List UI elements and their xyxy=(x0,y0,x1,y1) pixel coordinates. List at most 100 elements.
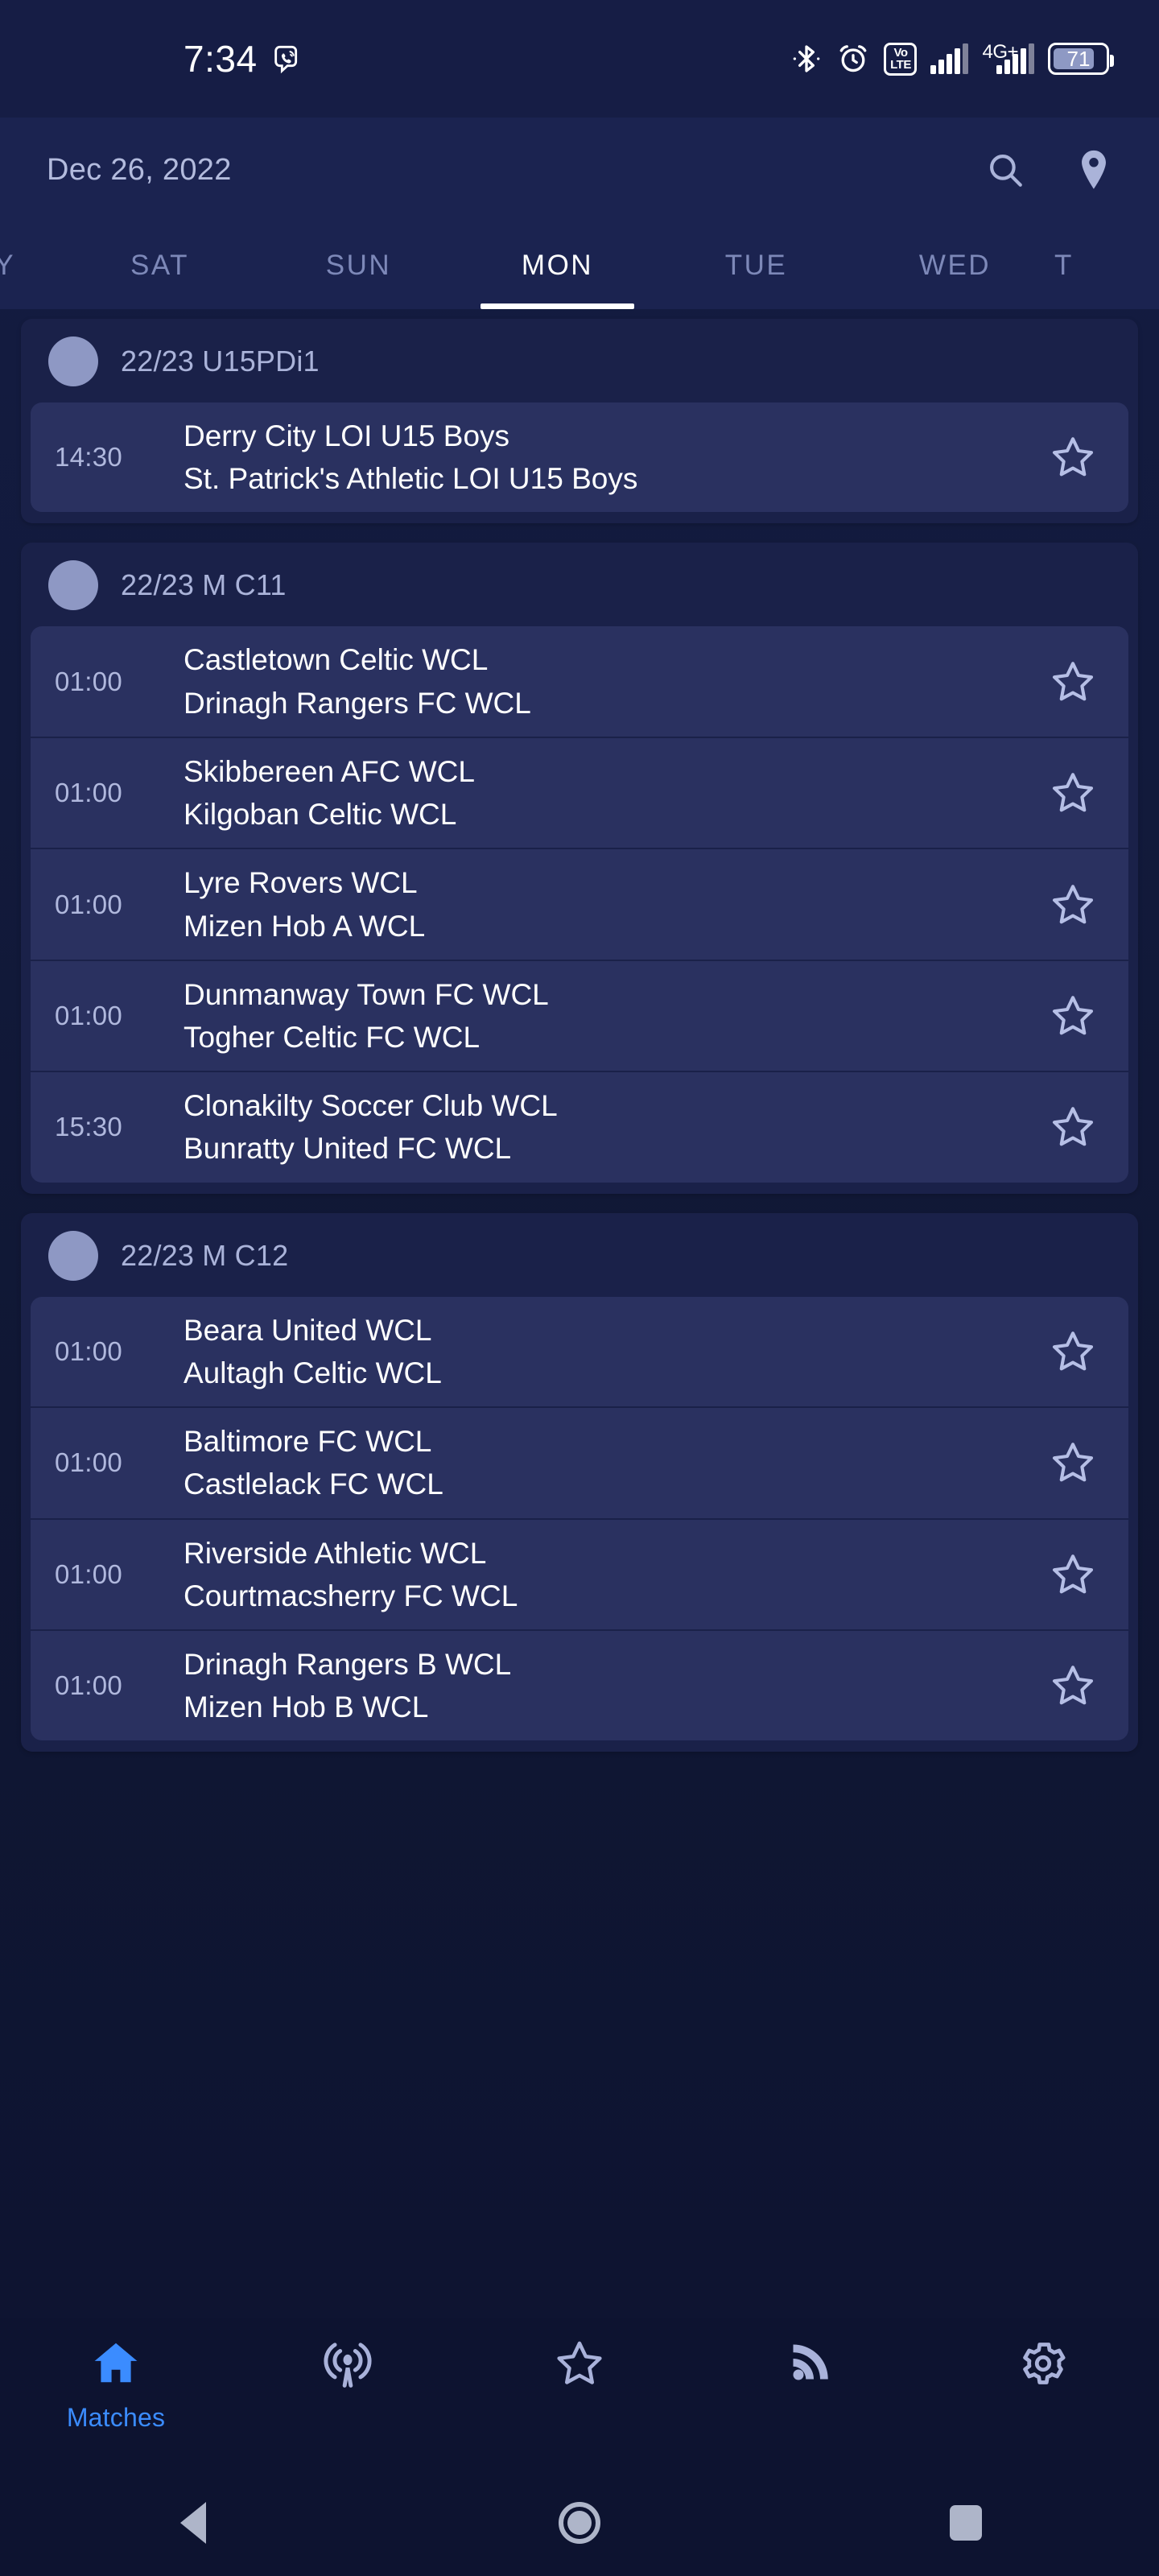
league-matches: 01:00 Castletown Celtic WCL Drinagh Rang… xyxy=(21,626,1138,1193)
sidebar-item-day-2[interactable]: SUN xyxy=(259,222,458,309)
table-row[interactable]: 01:00 Lyre Rovers WCL Mizen Hob A WCL xyxy=(31,848,1128,960)
table-row[interactable]: 01:00 Baltimore FC WCL Castlelack FC WCL xyxy=(31,1406,1128,1518)
league-header[interactable]: 22/23 U15PDi1 xyxy=(21,319,1138,402)
league-name: 22/23 U15PDi1 xyxy=(121,345,320,378)
status-bar-right: Vo LTE 4G+ 71 xyxy=(790,41,1114,76)
match-time: 01:00 xyxy=(55,666,123,696)
match-list-container[interactable]: 22/23 U15PDi1 14:30 Derry City LOI U15 B… xyxy=(0,309,1159,2318)
battery-percent-label: 71 xyxy=(1066,46,1091,71)
home-team: Clonakilty Soccer Club WCL xyxy=(184,1089,558,1123)
away-team: Courtmacsherry FC WCL xyxy=(184,1579,518,1612)
table-row[interactable]: 01:00 Riverside Athletic WCL Courtmacshe… xyxy=(31,1517,1128,1629)
tab-live[interactable] xyxy=(232,2338,464,2406)
table-row[interactable]: 14:30 Derry City LOI U15 Boys St. Patric… xyxy=(31,402,1128,513)
day-tab-label: MON xyxy=(521,250,594,281)
status-bar-left: 7:34 xyxy=(0,37,303,80)
home-team: Lyre Rovers WCL xyxy=(184,866,418,900)
star-icon[interactable] xyxy=(1038,434,1107,481)
app-screen: 7:34 Vo LTE 4G+ 71 Dec 26, 2022 Y SAT SU… xyxy=(0,0,1159,2576)
header-date[interactable]: Dec 26, 2022 xyxy=(47,153,232,188)
home-team: Drinagh Rangers B WCL xyxy=(184,1647,512,1681)
match-teams: Baltimore FC WCL Castlelack FC WCL xyxy=(161,1426,1038,1501)
match-time: 01:00 xyxy=(55,1335,123,1366)
match-time: 01:00 xyxy=(55,1558,123,1589)
star-icon[interactable] xyxy=(1038,770,1107,816)
league-name: 22/23 M C11 xyxy=(121,568,287,602)
away-team: Mizen Hob B WCL xyxy=(184,1690,429,1724)
away-team: Castlelack FC WCL xyxy=(184,1468,443,1501)
rss-feed-icon xyxy=(787,2338,835,2390)
recents-square-icon[interactable] xyxy=(773,2505,1159,2541)
day-tab-label: WED xyxy=(918,250,992,281)
league-card: 22/23 M C11 01:00 Castletown Celtic WCL … xyxy=(21,543,1138,1194)
league-logo-icon xyxy=(48,560,98,611)
table-row[interactable]: 15:30 Clonakilty Soccer Club WCL Bunratt… xyxy=(31,1071,1128,1183)
away-team: Mizen Hob A WCL xyxy=(184,909,426,943)
alarm-clock-icon xyxy=(836,42,870,76)
star-icon[interactable] xyxy=(1038,1551,1107,1598)
tab-matches[interactable]: Matches xyxy=(0,2338,232,2433)
match-teams: Riverside Athletic WCL Courtmacsherry FC… xyxy=(161,1536,1038,1612)
league-name: 22/23 M C12 xyxy=(121,1238,289,1272)
home-circle-icon[interactable] xyxy=(386,2502,773,2544)
away-team: Kilgoban Celtic WCL xyxy=(184,798,457,832)
match-teams: Beara United WCL Aultagh Celtic WCL xyxy=(161,1314,1038,1389)
match-teams: Clonakilty Soccer Club WCL Bunratty Unit… xyxy=(161,1089,1038,1165)
league-matches: 14:30 Derry City LOI U15 Boys St. Patric… xyxy=(21,402,1138,523)
search-icon[interactable] xyxy=(984,145,1027,195)
home-team: Riverside Athletic WCL xyxy=(184,1536,487,1570)
away-team: Drinagh Rangers FC WCL xyxy=(184,686,531,720)
match-time: 14:30 xyxy=(55,442,123,473)
star-icon[interactable] xyxy=(1038,881,1107,928)
home-team: Skibbereen AFC WCL xyxy=(184,754,475,788)
league-logo-icon xyxy=(48,336,98,386)
match-time: 01:00 xyxy=(55,1000,123,1030)
match-time: 01:00 xyxy=(55,778,123,808)
sidebar-item-day-4[interactable]: TUE xyxy=(657,222,856,309)
star-icon xyxy=(554,2338,605,2393)
table-row[interactable]: 01:00 Beara United WCL Aultagh Celtic WC… xyxy=(31,1296,1128,1407)
star-icon[interactable] xyxy=(1038,1104,1107,1150)
bluetooth-icon xyxy=(790,43,823,75)
match-teams: Castletown Celtic WCL Drinagh Rangers FC… xyxy=(161,643,1038,720)
day-tab-label: AY xyxy=(0,250,16,281)
sidebar-item-day-6[interactable]: T xyxy=(1054,222,1103,309)
status-bar: 7:34 Vo LTE 4G+ 71 xyxy=(0,0,1159,118)
tab-news[interactable] xyxy=(695,2338,927,2401)
match-teams: Dunmanway Town FC WCL Togher Celtic FC W… xyxy=(161,979,1038,1054)
sidebar-item-day-0[interactable]: AY xyxy=(0,222,60,309)
league-header[interactable]: 22/23 M C11 xyxy=(21,543,1138,626)
match-time: 01:00 xyxy=(55,1670,123,1701)
tab-settings[interactable] xyxy=(927,2338,1159,2405)
league-logo-icon xyxy=(48,1230,98,1281)
back-triangle-icon[interactable] xyxy=(0,2502,386,2544)
settings-gear-icon xyxy=(1017,2338,1069,2393)
tab-favorites[interactable] xyxy=(464,2338,695,2405)
star-icon[interactable] xyxy=(1038,1662,1107,1709)
star-icon[interactable] xyxy=(1038,1439,1107,1486)
app-header: Dec 26, 2022 xyxy=(0,118,1159,222)
location-pin-icon[interactable] xyxy=(1072,145,1116,195)
table-row[interactable]: 01:00 Skibbereen AFC WCL Kilgoban Celtic… xyxy=(31,736,1128,848)
star-icon[interactable] xyxy=(1038,1328,1107,1375)
sidebar-item-day-3[interactable]: MON xyxy=(458,222,657,309)
table-row[interactable]: 01:00 Dunmanway Town FC WCL Togher Celti… xyxy=(31,959,1128,1071)
table-row[interactable]: 01:00 Castletown Celtic WCL Drinagh Rang… xyxy=(31,626,1128,737)
sidebar-item-day-1[interactable]: SAT xyxy=(60,222,259,309)
league-matches: 01:00 Beara United WCL Aultagh Celtic WC… xyxy=(21,1296,1138,1752)
match-teams: Drinagh Rangers B WCL Mizen Hob B WCL xyxy=(161,1647,1038,1724)
league-card: 22/23 M C12 01:00 Beara United WCL Aulta… xyxy=(21,1212,1138,1752)
league-header[interactable]: 22/23 M C12 xyxy=(21,1213,1138,1297)
volte-icon: Vo LTE xyxy=(884,42,918,76)
viber-phone-icon xyxy=(270,43,303,75)
table-row[interactable]: 01:00 Drinagh Rangers B WCL Mizen Hob B … xyxy=(31,1629,1128,1741)
day-tab-label: SUN xyxy=(325,250,392,281)
android-system-nav xyxy=(0,2470,1159,2576)
away-team: Togher Celtic FC WCL xyxy=(184,1020,481,1054)
home-team: Castletown Celtic WCL xyxy=(184,643,489,677)
star-icon[interactable] xyxy=(1038,993,1107,1039)
star-icon[interactable] xyxy=(1038,658,1107,705)
match-teams: Skibbereen AFC WCL Kilgoban Celtic WCL xyxy=(161,754,1038,832)
sidebar-item-day-5[interactable]: WED xyxy=(856,222,1054,309)
home-icon xyxy=(91,2338,141,2392)
